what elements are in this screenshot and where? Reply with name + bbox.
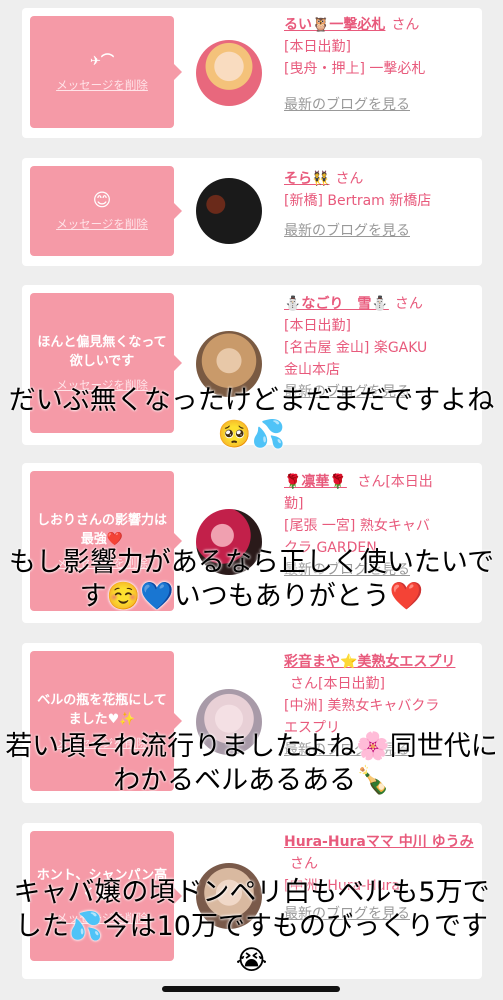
message-text: ベルの瓶を花瓶にしてました♥✨: [37, 693, 167, 727]
cast-name-link[interactable]: Hura-Huraママ 中川 ゆうみ: [284, 834, 474, 850]
info-line: 金山本店: [284, 362, 340, 378]
message-text: しおりさんの影響力は最強❤️: [36, 513, 167, 547]
avatar[interactable]: [196, 178, 262, 244]
message-card: 😊 メッセージを削除 そら👯 さん [新橋] Bertram 新橋店 最新のブログ…: [22, 158, 482, 266]
home-indicator[interactable]: [162, 986, 340, 992]
san-suffix: さん: [394, 296, 423, 312]
san-suffix: さん: [290, 856, 318, 872]
message-bubble: ✈⌒ メッセージを削除: [30, 16, 182, 128]
message-bubble: 😊 メッセージを削除: [30, 166, 182, 256]
message-text: ✈⌒: [90, 53, 114, 69]
cast-name-link[interactable]: そら👯: [284, 171, 329, 187]
info-line: [尾張 一宮] 熟女キャバ: [284, 518, 430, 534]
info-line: さん[本日出: [357, 474, 433, 490]
blog-link[interactable]: 最新のブログを見る: [284, 220, 410, 242]
info-line: [曳舟・押上] 一撃必札: [284, 61, 426, 77]
avatar[interactable]: [196, 40, 262, 106]
overlay-caption: 若い頃それ流行りましたよね🌸同世代にわかるベルあるある🍾: [5, 731, 498, 796]
message-text: ほんと偏見無くなって欲しいです: [37, 335, 167, 369]
overlay-caption: キャバ嬢の頃ドンペリ白もベルも5万でした💦今は10万ですものびっくりです😭: [13, 877, 490, 976]
info-line: [名古屋 金山] 楽GAKU: [284, 340, 428, 356]
cast-name-link[interactable]: 彩音まや⭐美熟女エスプリ: [284, 654, 455, 670]
info-line: [中洲] 美熟女キャバクラ: [284, 698, 440, 714]
message-card: ✈⌒ メッセージを削除 るい🦉一撃必札 さん [本日出勤] [曳舟・押上] 一撃必…: [22, 8, 482, 138]
info-line: [新橋] Bertram 新橋店: [284, 193, 432, 209]
message-text: 😊: [92, 189, 112, 211]
info-line: さん[本日出勤]: [290, 676, 385, 692]
san-suffix: さん: [391, 17, 420, 33]
delete-message-link[interactable]: メッセージを削除: [56, 77, 148, 93]
blog-link[interactable]: 最新のブログを見る: [284, 94, 410, 116]
overlay-caption: だいぶ無くなったけどまだまだですよね🥺💦: [8, 385, 495, 450]
info-line: [本日出勤]: [284, 318, 351, 334]
info-line: 勤]: [284, 496, 304, 512]
san-suffix: さん: [335, 171, 364, 187]
overlay-caption: もし影響力があるなら正しく使いたいです☺️💙いつもありがとう❤️: [8, 547, 495, 612]
cast-name-link[interactable]: 🌹凛華🌹: [284, 474, 347, 490]
cast-name-link[interactable]: るい🦉一撃必札: [284, 17, 385, 33]
cast-name-link[interactable]: ⛄なごり 雪⛄: [284, 296, 389, 312]
delete-message-link[interactable]: メッセージを削除: [56, 216, 148, 232]
info-line: [本日出勤]: [284, 39, 351, 55]
